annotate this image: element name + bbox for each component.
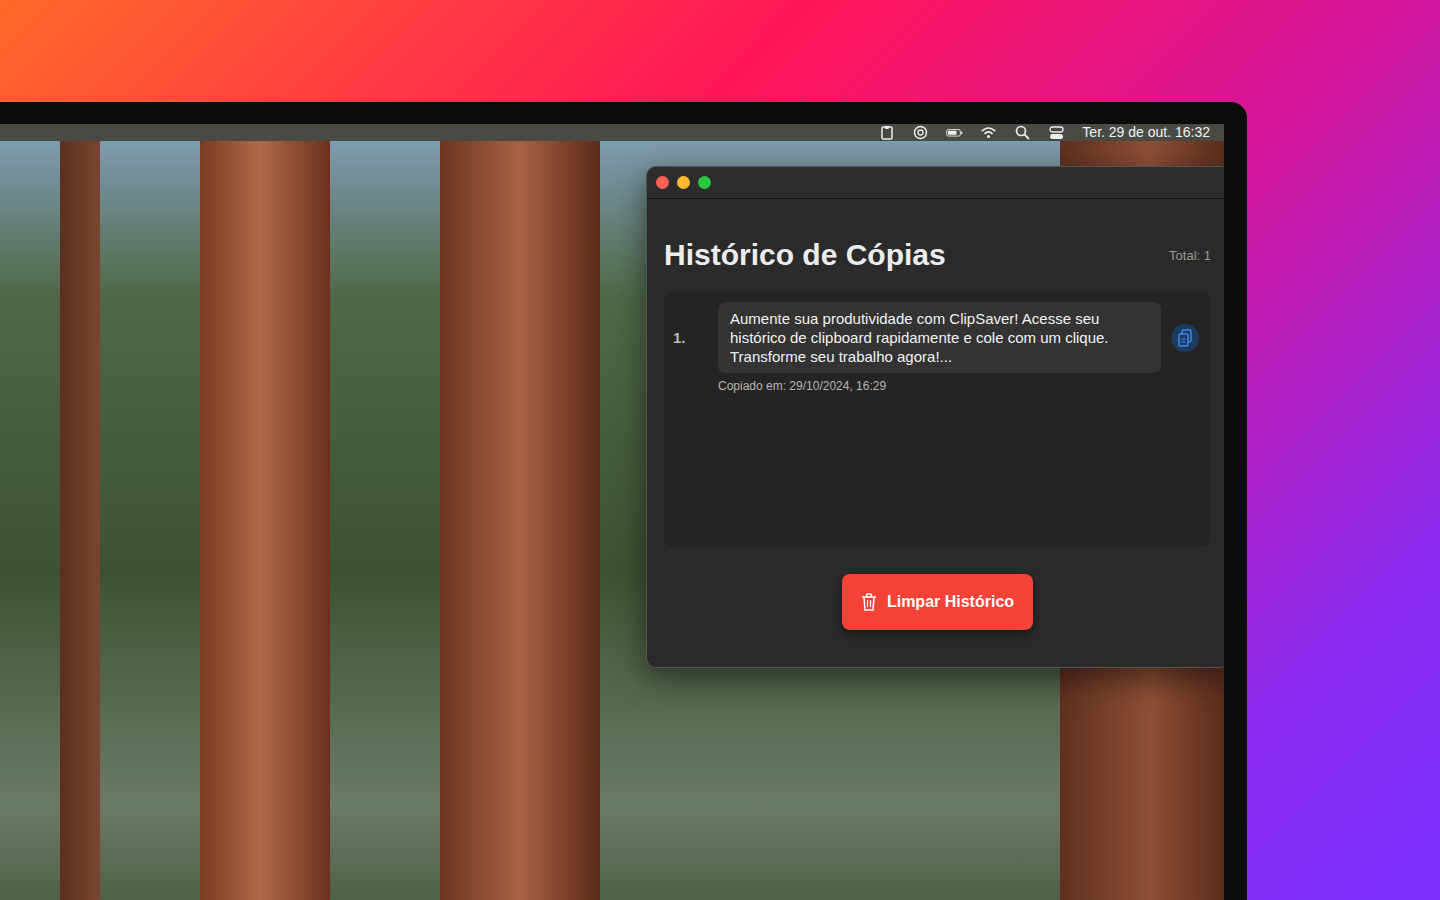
search-icon[interactable] xyxy=(1014,125,1031,140)
menu-clock[interactable]: Ter. 29 de out. 16:32 xyxy=(1082,124,1210,141)
menu-bar: Ter. 29 de out. 16:32 xyxy=(0,124,1224,141)
copy-icon xyxy=(1177,329,1193,347)
control-center-icon-svg xyxy=(1048,125,1065,140)
openai-icon[interactable] xyxy=(912,125,929,140)
battery-icon[interactable] xyxy=(946,125,963,140)
total-count: Total: 1 xyxy=(1169,248,1211,263)
header: Histórico de Cópias Total: 1 xyxy=(664,237,1211,273)
laptop-bezel: Ter. 29 de out. 16:32 Histórico de Cópias… xyxy=(0,102,1247,900)
minimize-button[interactable] xyxy=(677,176,690,189)
close-button[interactable] xyxy=(656,176,669,189)
clipboard-icon-svg xyxy=(878,125,895,140)
wifi-icon[interactable] xyxy=(980,125,997,140)
desktop-wallpaper: Histórico de Cópias Total: 1 1.Aumente sua… xyxy=(0,141,1224,900)
footer: Limpar Histórico xyxy=(664,574,1211,630)
openai-icon-svg xyxy=(912,125,929,140)
history-item: 1.Aumente sua produtividade com ClipSave… xyxy=(673,302,1199,393)
trash-icon xyxy=(861,593,877,611)
history-item-row: 1.Aumente sua produtividade com ClipSave… xyxy=(673,302,1199,373)
clipboard-icon[interactable] xyxy=(878,125,895,140)
battery-icon-svg xyxy=(946,125,963,140)
wifi-icon-svg xyxy=(980,125,997,140)
app-window: Histórico de Cópias Total: 1 1.Aumente sua… xyxy=(646,166,1224,668)
search-icon-svg xyxy=(1014,125,1031,140)
trash-icon-svg xyxy=(861,593,877,611)
copy-icon-svg xyxy=(1177,329,1193,347)
zoom-button[interactable] xyxy=(698,176,711,189)
window-title: Histórico de Cópias xyxy=(664,237,946,273)
title-bar xyxy=(647,167,1224,199)
item-text[interactable]: Aumente sua produtividade com ClipSaver!… xyxy=(718,302,1161,373)
copied-date: Copiado em: 29/10/2024, 16:29 xyxy=(718,379,1199,393)
history-list: 1.Aumente sua produtividade com ClipSave… xyxy=(664,291,1211,547)
clear-history-button[interactable]: Limpar Histórico xyxy=(842,574,1033,630)
screen: Ter. 29 de out. 16:32 Histórico de Cópias… xyxy=(0,124,1224,900)
clear-history-label: Limpar Histórico xyxy=(887,593,1014,611)
window-content: Histórico de Cópias Total: 1 1.Aumente sua… xyxy=(647,199,1224,630)
copy-button[interactable] xyxy=(1171,324,1199,352)
item-number: 1. xyxy=(673,329,718,346)
control-center-icon[interactable] xyxy=(1048,125,1065,140)
